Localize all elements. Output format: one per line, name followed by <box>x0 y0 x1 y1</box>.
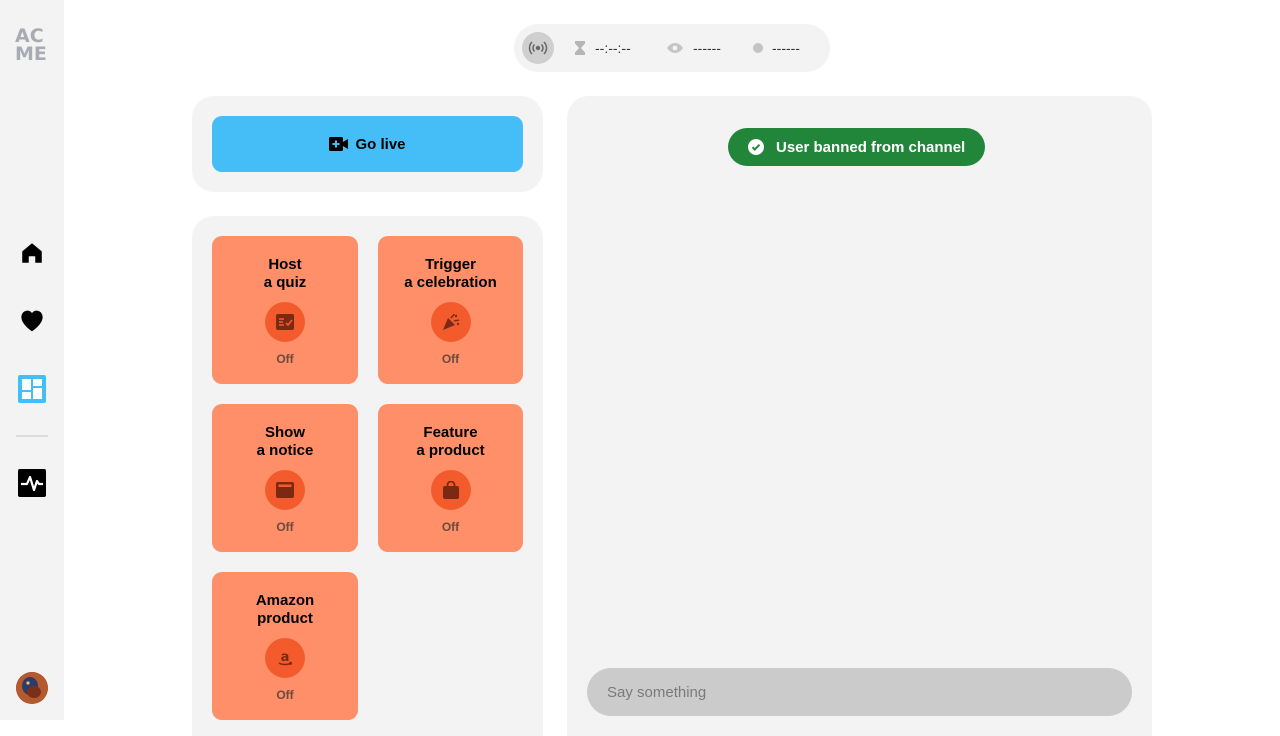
tile-trigger-celebration[interactable]: Trigger a celebration Off <box>378 236 523 384</box>
check-circle-icon <box>748 139 764 155</box>
go-live-label: Go live <box>355 135 406 153</box>
tile-state: Off <box>276 520 294 534</box>
notice-icon <box>265 470 305 510</box>
record-dot-icon <box>753 43 763 53</box>
tile-state: Off <box>441 520 460 534</box>
heart-icon <box>21 310 43 332</box>
sidebar-item-home[interactable] <box>16 237 48 269</box>
quiz-icon <box>265 302 305 342</box>
broadcast-button[interactable] <box>522 32 554 64</box>
tile-host-quiz[interactable]: Host a quiz Off <box>212 236 358 384</box>
eye-icon <box>667 43 683 53</box>
logo-line-2: ME <box>15 43 47 65</box>
tile-title: Trigger a celebration <box>404 256 497 291</box>
toast-text: User banned from channel <box>776 138 966 156</box>
tile-state: Off <box>276 688 294 702</box>
sidebar-divider <box>16 435 48 437</box>
tile-amazon-product[interactable]: Amazon product a Off <box>212 572 358 720</box>
amazon-icon: a <box>265 638 305 678</box>
dashboard-icon <box>18 375 46 403</box>
acme-logo[interactable]: AC ME <box>15 27 49 65</box>
toast-notification: User banned from channel <box>728 128 986 166</box>
go-live-button[interactable]: Go live <box>212 116 523 172</box>
sidebar-item-activity[interactable] <box>16 467 48 499</box>
hourglass-icon <box>575 41 585 55</box>
party-popper-icon <box>430 302 471 342</box>
home-icon <box>22 243 42 263</box>
features-card: Host a quiz Off Trigger a celebration Of… <box>192 216 543 736</box>
stream-status-bar: --:--:-- ------ ------ <box>514 24 830 72</box>
viewers-stat: ------ <box>666 24 721 72</box>
svg-text:a: a <box>281 650 290 665</box>
tile-title: Show a notice <box>256 424 314 459</box>
go-live-card: Go live <box>192 96 543 192</box>
viewers-value: ------ <box>693 40 721 56</box>
user-avatar[interactable] <box>16 672 48 704</box>
chat-panel: User banned from channel <box>567 96 1152 736</box>
video-plus-icon <box>329 137 349 151</box>
tile-show-notice[interactable]: Show a notice Off <box>212 404 358 552</box>
chat-input[interactable] <box>587 668 1132 716</box>
recording-value: ------ <box>772 40 800 56</box>
tile-feature-product[interactable]: Feature a product Off <box>378 404 523 552</box>
sidebar: AC ME <box>0 0 64 720</box>
avatar-image <box>16 672 48 704</box>
duration-stat: --:--:-- <box>574 24 631 72</box>
broadcast-icon <box>528 41 548 55</box>
duration-value: --:--:-- <box>595 40 631 56</box>
activity-icon <box>18 469 46 497</box>
sidebar-item-favorites[interactable] <box>16 304 48 336</box>
tile-title: Amazon product <box>255 592 315 627</box>
tile-title: Feature a product <box>416 424 485 459</box>
recording-stat: ------ <box>753 24 800 72</box>
shopping-bag-icon <box>430 470 471 510</box>
tile-title: Host a quiz <box>263 256 307 291</box>
tile-state: Off <box>276 352 294 366</box>
tile-state: Off <box>441 352 460 366</box>
sidebar-item-dashboard[interactable] <box>16 373 48 405</box>
